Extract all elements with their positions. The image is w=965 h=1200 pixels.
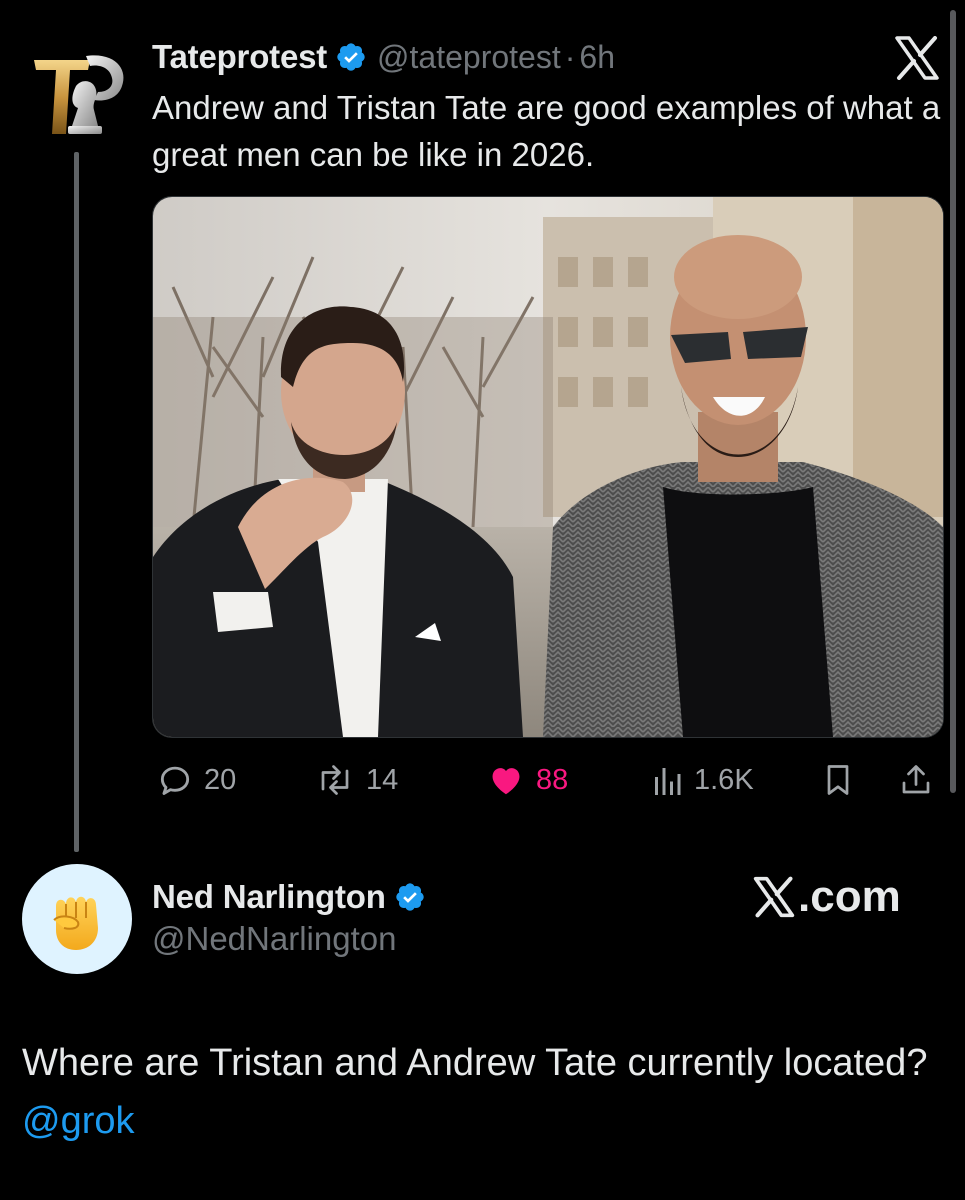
author-name[interactable]: Tateprotest: [152, 38, 327, 76]
views-count: 1.6K: [694, 763, 754, 796]
repost-action[interactable]: 14: [314, 756, 398, 804]
separator-dot: ·: [564, 38, 576, 75]
thread-connector-line: [74, 152, 79, 852]
bookmark-icon: [827, 765, 849, 795]
reply-header: Ned Narlington: [152, 876, 426, 918]
reply-count: 20: [204, 763, 237, 796]
mention-link[interactable]: @grok: [22, 1100, 135, 1142]
reply-author-handle[interactable]: @NedNarlington: [152, 920, 396, 958]
tateprotest-logo-icon: [34, 55, 124, 134]
verified-badge-icon: [337, 43, 365, 71]
tweet-text: Andrew and Tristan Tate are good example…: [152, 89, 941, 173]
reply-icon: [160, 766, 190, 795]
heart-filled-icon: [492, 768, 520, 795]
like-action[interactable]: 88: [486, 756, 568, 804]
repost-icon: [321, 765, 349, 795]
like-count: 88: [536, 763, 569, 796]
verified-badge-icon: [396, 883, 424, 911]
x-com-brand: .com: [752, 872, 901, 922]
timestamp[interactable]: 6h: [579, 39, 615, 76]
views-action[interactable]: 1.6K: [650, 756, 754, 804]
reply-author-name[interactable]: Ned Narlington: [152, 878, 386, 916]
x-com-brand-text: .com: [798, 872, 901, 921]
reply-action[interactable]: 20: [156, 756, 236, 804]
scrollbar-thumb[interactable]: [950, 10, 956, 793]
x-logo-icon[interactable]: [893, 36, 941, 80]
x-logo-icon: [753, 876, 795, 918]
reply-text: Where are Tristan and Andrew Tate curren…: [22, 1034, 942, 1150]
share-icon: [902, 765, 930, 794]
share-action[interactable]: [898, 756, 934, 804]
views-bar-chart-icon: [655, 768, 681, 795]
reply-author-avatar[interactable]: [22, 864, 132, 974]
bookmark-action[interactable]: [820, 756, 856, 804]
photo-two-men-walking: [153, 197, 943, 737]
repost-count: 14: [366, 763, 399, 796]
author-handle[interactable]: @tateprotest: [377, 39, 561, 76]
author-avatar[interactable]: [28, 42, 132, 146]
reply-text-body: Where are Tristan and Andrew Tate curren…: [22, 1042, 928, 1084]
tweet-header: Tateprotest @tateprotest · 6h: [152, 36, 615, 78]
tweet-action-bar: 20 14 88 1.6K: [152, 756, 942, 804]
raised-fist-emoji-icon: [53, 896, 98, 950]
tweet-photo[interactable]: [152, 196, 944, 738]
